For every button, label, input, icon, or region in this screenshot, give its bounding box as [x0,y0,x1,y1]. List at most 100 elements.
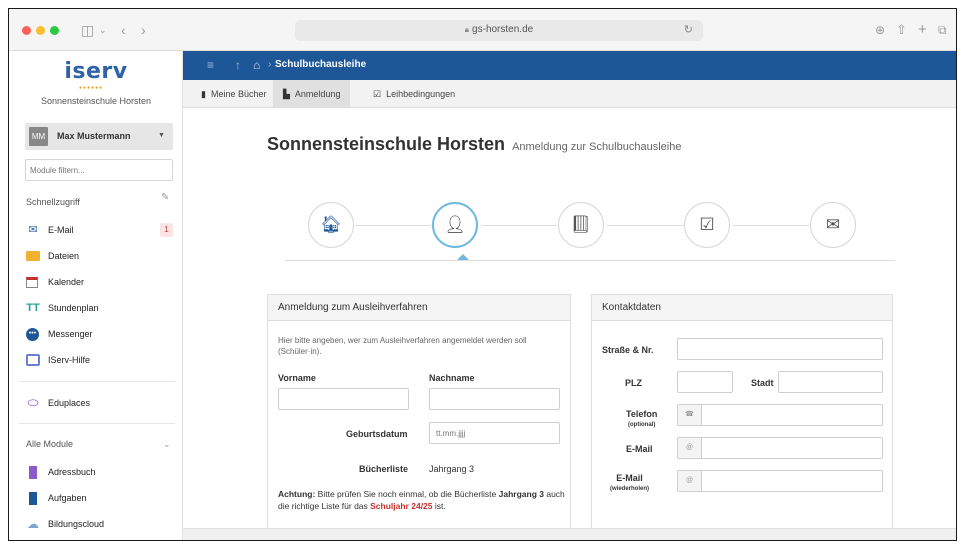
all-modules-heading[interactable]: Alle Module [26,439,73,449]
phone-label: Telefon (optional) [626,409,658,428]
street-label: Straße & Nr. [602,345,654,355]
module-filter-input[interactable] [25,159,173,181]
email-label: E-Mail [626,444,653,454]
steps-underline [285,260,895,261]
step-books[interactable]: 📕︎ [558,202,604,248]
top-navigation-bar: ≡ ↑ ⌂ › Schulbuchausleihe [183,51,956,80]
step-email[interactable]: ✉ [810,202,856,248]
step-home[interactable]: 🏠︎ [308,202,354,248]
tab-registration[interactable]: ▙ Anmeldung [273,80,351,108]
page-title: Sonnensteinschule Horsten Anmeldung zur … [267,134,682,154]
back-icon[interactable]: ‹ [121,20,126,40]
help-icon [26,354,40,366]
home-icon: 🏠︎ [320,215,342,234]
school-name: Sonnensteinschule Horsten [40,96,152,106]
check-square-icon: ☑ [373,89,382,99]
sidebar-item-messenger[interactable]: ••• Messenger [26,327,176,345]
contact-panel-heading: Kontaktdaten [592,295,892,321]
unread-badge: 1 [160,223,173,237]
quick-access-heading: Schnellzugriff [26,197,80,207]
sidebar: iserv ●●●●●● Sonnensteinschule Horsten M… [9,51,183,540]
tabs-overview-icon[interactable]: ⧉ [938,20,947,40]
tab-lending-conditions[interactable]: ☑ Leihbedingungen [363,80,465,108]
avatar: MM [29,127,48,146]
envelope-icon: ✉ [825,215,841,234]
sidebar-divider [19,423,175,424]
zip-label: PLZ [625,378,642,388]
first-name-input[interactable] [278,388,409,410]
browser-toolbar: ◫ ⌄ ‹ › ▤ 🔒︎gs-horsten.de ↻ ⊕ ⇧ + ⧉ [9,9,956,51]
download-icon[interactable]: ⊕ [875,20,885,40]
address-bar[interactable]: 🔒︎ gs-horsten.de ↻ [295,20,703,41]
sidebar-item-eduplaces[interactable]: ⬭ Eduplaces [26,396,176,414]
email-input[interactable] [701,437,883,459]
book-icon: ▮ [201,89,206,99]
mail-icon: ✉ [28,224,38,236]
sidebar-item-help[interactable]: IServ-Hilfe [26,353,176,371]
new-tab-icon[interactable]: + [918,20,927,40]
reload-icon[interactable]: ↻ [684,23,693,36]
cloud-icon: ☁ [27,517,39,531]
edit-icon[interactable]: ✎ [161,192,169,203]
user-menu[interactable]: MM Max Mustermann ▼ [25,123,173,150]
sidebar-item-timetable[interactable]: ΤΤ Stundenplan [26,301,176,319]
sidebar-item-addressbook[interactable]: Adressbuch [26,465,176,483]
chat-icon: ••• [26,328,39,341]
sidebar-item-files[interactable]: Dateien [26,249,176,267]
phone-input[interactable] [701,404,883,426]
chevron-down-icon[interactable]: ⌄ [99,20,107,40]
page-bottom-strip [183,528,956,540]
step-connector [355,225,431,226]
chevron-down-icon: ▼ [158,132,165,139]
iserv-logo[interactable]: iserv [9,59,183,84]
check-square-icon: ☑ [699,215,715,234]
booklist-label: Bücherliste [359,464,409,474]
street-input[interactable] [677,338,883,360]
last-name-input[interactable] [429,388,560,410]
step-connector [481,225,557,226]
zip-input[interactable] [677,371,733,393]
maximize-window-button[interactable] [50,26,59,35]
step-connector [733,225,809,226]
eduplaces-icon: ⬭ [27,395,39,410]
minimize-window-button[interactable] [36,26,45,35]
booklist-warning: Achtung: Bitte prüfen Sie noch einmal, o… [278,489,565,511]
phone-icon: ☎ [677,404,701,426]
chevron-down-icon[interactable]: ⌄ [163,439,171,450]
birthdate-input[interactable] [429,422,560,444]
step-user[interactable]: 👤︎ [432,202,478,248]
contact-panel: Kontaktdaten Straße & Nr. PLZ Stadt Tele… [591,294,893,540]
sidebar-item-email[interactable]: ✉ E-Mail 1 [26,223,176,241]
sidebar-divider [19,381,175,382]
registration-panel: Anmeldung zum Ausleihverfahren Hier bitt… [267,294,571,540]
menu-icon[interactable]: ≡ [207,58,214,72]
email-repeat-input[interactable] [701,470,883,492]
logo-dots: ●●●●●● [79,85,104,91]
browser-window: ◫ ⌄ ‹ › ▤ 🔒︎gs-horsten.de ↻ ⊕ ⇧ + ⧉ iser… [8,8,957,541]
city-input[interactable] [778,371,883,393]
page-subtitle: Anmeldung zur Schulbuchausleihe [512,141,682,153]
sidebar-item-tasks[interactable]: Aufgaben [26,491,176,509]
registration-help-text: Hier bitte angeben, wer zum Ausleihverfa… [278,336,527,356]
breadcrumb[interactable]: Schulbuchausleihe [275,59,366,70]
sidebar-item-bildungscloud[interactable]: ☁ Bildungscloud [26,517,176,535]
at-icon: @ [677,470,701,492]
city-label: Stadt [751,378,774,388]
sidebar-item-calendar[interactable]: Kalender [26,275,176,293]
share-icon[interactable]: ⇧ [896,20,907,40]
lock-icon: 🔒︎ [464,25,470,34]
tab-my-books[interactable]: ▮ Meine Bücher [191,80,276,108]
first-name-label: Vorname [278,373,316,383]
birthdate-label: Geburtsdatum [346,429,408,439]
email-repeat-label: E-Mail (wiederholen) [610,473,650,492]
sidebar-toggle-icon[interactable]: ◫ [81,20,94,40]
registration-panel-heading: Anmeldung zum Ausleihverfahren [268,295,570,321]
step-conditions[interactable]: ☑ [684,202,730,248]
forward-icon[interactable]: › [141,20,146,40]
up-arrow-icon[interactable]: ↑ [235,58,241,72]
at-icon: @ [677,437,701,459]
close-window-button[interactable] [22,26,31,35]
home-icon[interactable]: ⌂ [253,58,260,72]
folder-icon [26,251,40,261]
addressbook-icon [29,466,37,479]
